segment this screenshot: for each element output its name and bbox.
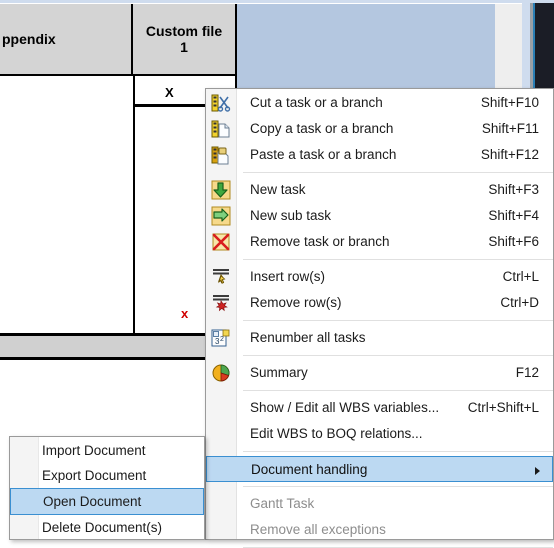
menu-item-label: Remove row(s) [250, 295, 342, 310]
copy-icon [211, 119, 231, 139]
pie-chart-icon [211, 363, 231, 383]
svg-text:2: 2 [220, 336, 224, 343]
menu-item-accelerator: Shift+F6 [488, 234, 539, 249]
selected-row-band [237, 4, 495, 88]
pane-edge-blue [522, 0, 530, 88]
menu-item-remove-exc: Remove all exceptions [206, 517, 553, 543]
menu-item-accelerator: Shift+F4 [488, 208, 539, 223]
menu-separator [243, 172, 553, 173]
insert-row-icon [211, 267, 231, 287]
custom-file-1-header[interactable]: Custom file 1 [133, 4, 237, 76]
submenu-item-delete-doc[interactable]: Delete Document(s) [10, 515, 204, 540]
grid-grey-row[interactable] [0, 336, 235, 357]
menu-item-summary[interactable]: Summary F12 [206, 360, 553, 386]
menu-item-new-sub[interactable]: New sub task Shift+F4 [206, 203, 553, 229]
menu-item-label: Show / Edit all WBS variables... [250, 400, 440, 415]
menu-item-gantt-task: Gantt Task [206, 491, 553, 517]
menu-item-label: Summary [250, 365, 308, 380]
paste-icon [211, 145, 231, 165]
menu-item-label: New sub task [250, 208, 332, 223]
menu-item-copy[interactable]: Copy a task or a branch Shift+F11 [206, 116, 553, 142]
right-arrow-icon [211, 206, 231, 226]
menu-item-renumber[interactable]: 3 2 Renumber all tasks [206, 325, 553, 351]
menu-item-label: Renumber all tasks [250, 330, 366, 345]
menu-item-wbs-vars[interactable]: Show / Edit all WBS variables... Ctrl+Shi… [206, 395, 553, 421]
menu-item-new-task[interactable]: New task Shift+F3 [206, 177, 553, 203]
menu-item-label: Cut a task or a branch [250, 95, 383, 110]
scrollbar-track[interactable] [495, 4, 522, 88]
menu-item-accelerator: Ctrl+Shift+L [467, 400, 539, 415]
red-x-icon [211, 232, 231, 252]
dark-panel [535, 0, 554, 88]
menu-item-accelerator: Ctrl+D [500, 295, 539, 310]
menu-item-remove-rows[interactable]: Remove row(s) Ctrl+D [206, 290, 553, 316]
submenu-item-import-doc[interactable]: Import Document [10, 438, 204, 463]
menu-item-label: Insert row(s) [250, 269, 326, 284]
appendix-mark[interactable]: x [181, 306, 188, 321]
menu-item-wbs-boq[interactable]: Edit WBS to BOQ relations... [206, 421, 553, 447]
menu-separator [243, 355, 553, 356]
submenu-item-label: Delete Document(s) [42, 520, 163, 535]
menu-item-accelerator: F12 [515, 365, 539, 380]
submenu-item-open-doc[interactable]: Open Document [10, 488, 204, 515]
menu-separator [243, 486, 553, 487]
menu-item-accelerator: Shift+F11 [481, 121, 539, 136]
menu-item-label: Paste a task or a branch [250, 147, 397, 162]
menu-item-accelerator: Ctrl+L [502, 269, 539, 284]
menu-item-label: Gantt Task [250, 496, 315, 511]
menu-item-remove-task[interactable]: Remove task or branch Shift+F6 [206, 229, 553, 255]
menu-item-label: Remove task or branch [250, 234, 390, 249]
cut-icon [211, 93, 231, 113]
menu-item-doc-handling[interactable]: Document handling [206, 456, 553, 482]
top-border [0, 0, 554, 3]
menu-item-paste[interactable]: Paste a task or a branch Shift+F12 [206, 142, 553, 168]
menu-item-label: Copy a task or a branch [250, 121, 394, 136]
submenu-item-label: Open Document [43, 494, 142, 509]
grid-hline-bottom-greyrow [0, 357, 237, 360]
grid-vline-1 [133, 76, 135, 346]
remove-row-icon [211, 293, 231, 313]
menu-item-label: Document handling [251, 462, 368, 477]
submenu-item-label: Import Document [42, 443, 146, 458]
renumber-icon: 32 [211, 328, 231, 348]
appendix-header-label: ppendix [2, 30, 56, 47]
menu-item-accelerator: Shift+F12 [480, 147, 539, 162]
menu-item-cut[interactable]: Cut a task or a branch Shift+F10 [206, 90, 553, 116]
document-handling-submenu[interactable]: Import Document Export Document Open Docum… [9, 436, 205, 540]
menu-separator [243, 451, 553, 452]
menu-item-insert-rows[interactable]: Insert row(s) Ctrl+L [206, 264, 553, 290]
custom-file-1-header-label: Custom file 1 [145, 22, 223, 55]
menu-item-label: Edit WBS to BOQ relations... [250, 426, 423, 441]
custom-file-mark[interactable]: X [165, 85, 174, 100]
down-arrow-icon [211, 180, 231, 200]
task-context-menu[interactable]: Cut a task or a branch Shift+F10 Copy a ta… [205, 88, 554, 548]
menu-item-accelerator: Shift+F10 [480, 95, 539, 110]
appendix-header[interactable]: ppendix [0, 4, 133, 76]
menu-separator [243, 259, 553, 260]
menu-separator [243, 390, 553, 391]
menu-separator [243, 320, 553, 321]
menu-item-label: New task [250, 182, 306, 197]
menu-item-accelerator: Shift+F3 [488, 182, 539, 197]
submenu-item-export-doc[interactable]: Export Document [10, 463, 204, 488]
menu-item-label: Remove all exceptions [250, 522, 386, 537]
submenu-arrow-icon [535, 467, 540, 475]
submenu-item-label: Export Document [42, 468, 147, 483]
